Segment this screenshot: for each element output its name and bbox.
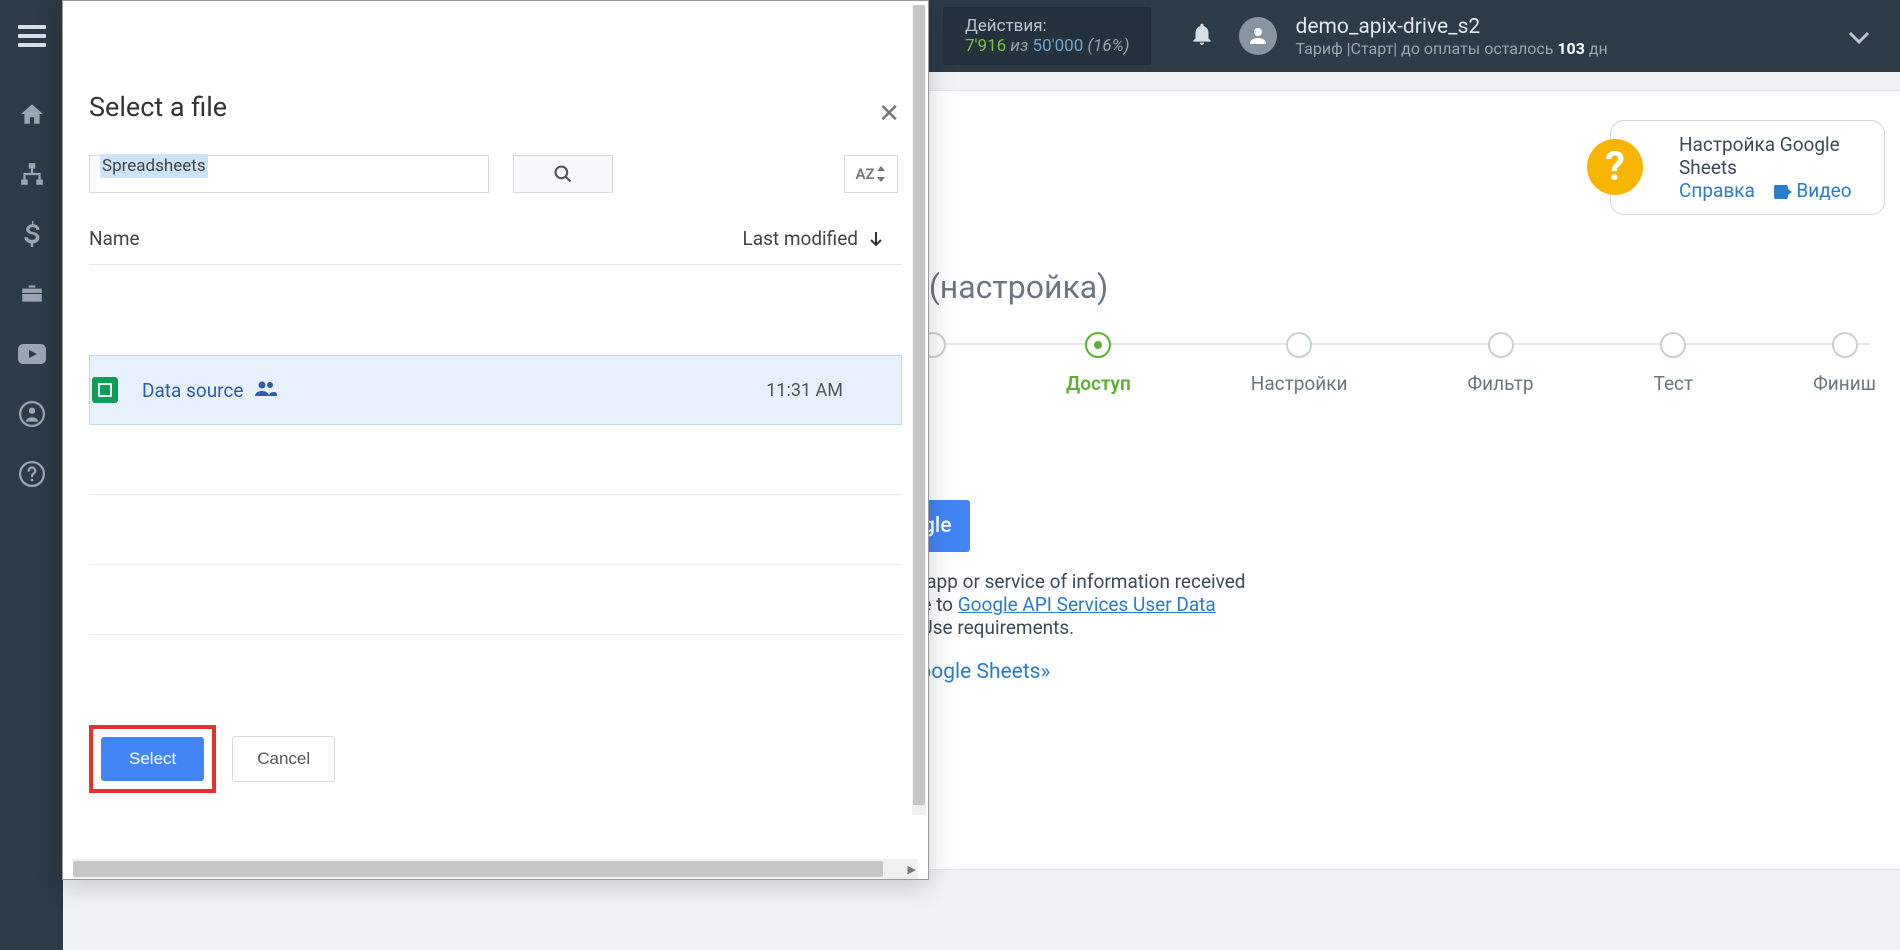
sort-button[interactable]: AZ [844,155,898,193]
file-list-header: Name Last modified [89,227,902,265]
account-chevron-down-icon[interactable] [1848,30,1870,49]
close-icon[interactable]: ✕ [878,99,900,129]
file-type-filter-input[interactable]: Spreadsheets [89,155,489,193]
menu-toggle-button[interactable] [0,0,63,72]
sidebar [0,72,63,950]
actions-limit-value: 50'000 [1033,36,1084,56]
actions-counter: Действия: 7'916 из 50'000 (16%) [943,7,1151,65]
empty-row [89,565,902,635]
video-icon[interactable] [18,340,46,368]
actions-percent: (16%) [1087,36,1129,56]
col-name-header[interactable]: Name [89,227,140,250]
picker-title: Select a file [89,91,902,123]
actions-title: Действия: [965,16,1129,36]
actions-line: 7'916 из 50'000 (16%) [965,36,1129,56]
spreadsheet-icon [92,377,118,403]
step-item[interactable]: Фильтр [1467,332,1533,395]
file-row[interactable]: Data source 11:31 AM [89,355,902,425]
sort-az-icon: AZ [855,165,874,183]
file-modified-time: 11:31 AM [766,380,843,401]
step-item[interactable]: Тест [1654,332,1694,395]
cancel-button[interactable]: Cancel [232,736,335,782]
step-label: Тест [1654,372,1694,395]
select-button[interactable]: Select [101,737,204,781]
briefcase-icon[interactable] [18,280,46,308]
step-label: Финиш [1813,372,1876,395]
file-picker-modal: Select a file ✕ Spreadsheets AZ Name Las… [62,0,929,880]
step-circle-icon [1488,332,1514,358]
col-modified-header[interactable]: Last modified [743,227,884,250]
search-button[interactable] [513,155,613,193]
notifications-bell-icon[interactable] [1189,21,1215,51]
step-item[interactable]: Финиш [1813,332,1876,395]
step-item[interactable]: Настройки [1251,332,1348,395]
hamburger-icon [18,25,46,47]
stepper: Доступ Настройки Фильтр Тест Финиш [920,332,1876,395]
step-item[interactable]: Доступ [1066,332,1131,395]
home-icon[interactable] [18,100,46,128]
help-reference-link[interactable]: Справка [1679,179,1755,202]
step-label: Фильтр [1467,372,1533,395]
shared-icon [255,380,277,400]
page-title-suffix: х (настройка) [905,268,1108,306]
empty-row [89,495,902,565]
profile-icon[interactable] [18,400,46,428]
callout-highlight: Select [89,725,216,793]
spacer [89,265,902,355]
account-name: demo_apix-drive_s2 [1295,15,1607,39]
connections-icon[interactable] [18,160,46,188]
empty-row [89,425,902,495]
picker-footer: Select Cancel [89,725,335,793]
actions-of-word: из [1010,36,1032,56]
file-name: Data source [142,379,243,402]
step-circle-icon [1832,332,1858,358]
actions-used-value: 7'916 [965,36,1006,56]
google-policy-link[interactable]: Google API Services User Data [958,593,1216,616]
step-label: Доступ [1066,372,1131,395]
search-icon [553,164,573,184]
disclosure-text: er app or service of information receive… [905,570,1246,639]
arrow-down-icon [868,230,884,248]
help-video-link[interactable]: Видео [1774,179,1852,202]
billing-icon[interactable] [18,220,46,248]
tariff-line: Тариф |Старт| до оплаты осталось 103 дн [1295,39,1607,58]
help-icon[interactable] [18,460,46,488]
step-label: Настройки [1251,372,1348,395]
help-title: Настройка Google Sheets [1679,133,1866,179]
help-links: Справка Видео [1679,179,1866,202]
account-block[interactable]: demo_apix-drive_s2 Тариф |Старт| до опла… [1295,15,1607,58]
help-bubble: ? Настройка Google Sheets Справка Видео [1610,120,1885,215]
step-circle-icon [1286,332,1312,358]
step-label [931,372,936,395]
avatar[interactable] [1239,17,1277,55]
sort-arrows-icon [875,166,887,182]
modal-horizontal-scrollbar[interactable]: ▶ [73,859,918,879]
step-circle-active-icon [1085,332,1111,358]
step-circle-icon [1660,332,1686,358]
question-mark-icon: ? [1605,143,1625,190]
